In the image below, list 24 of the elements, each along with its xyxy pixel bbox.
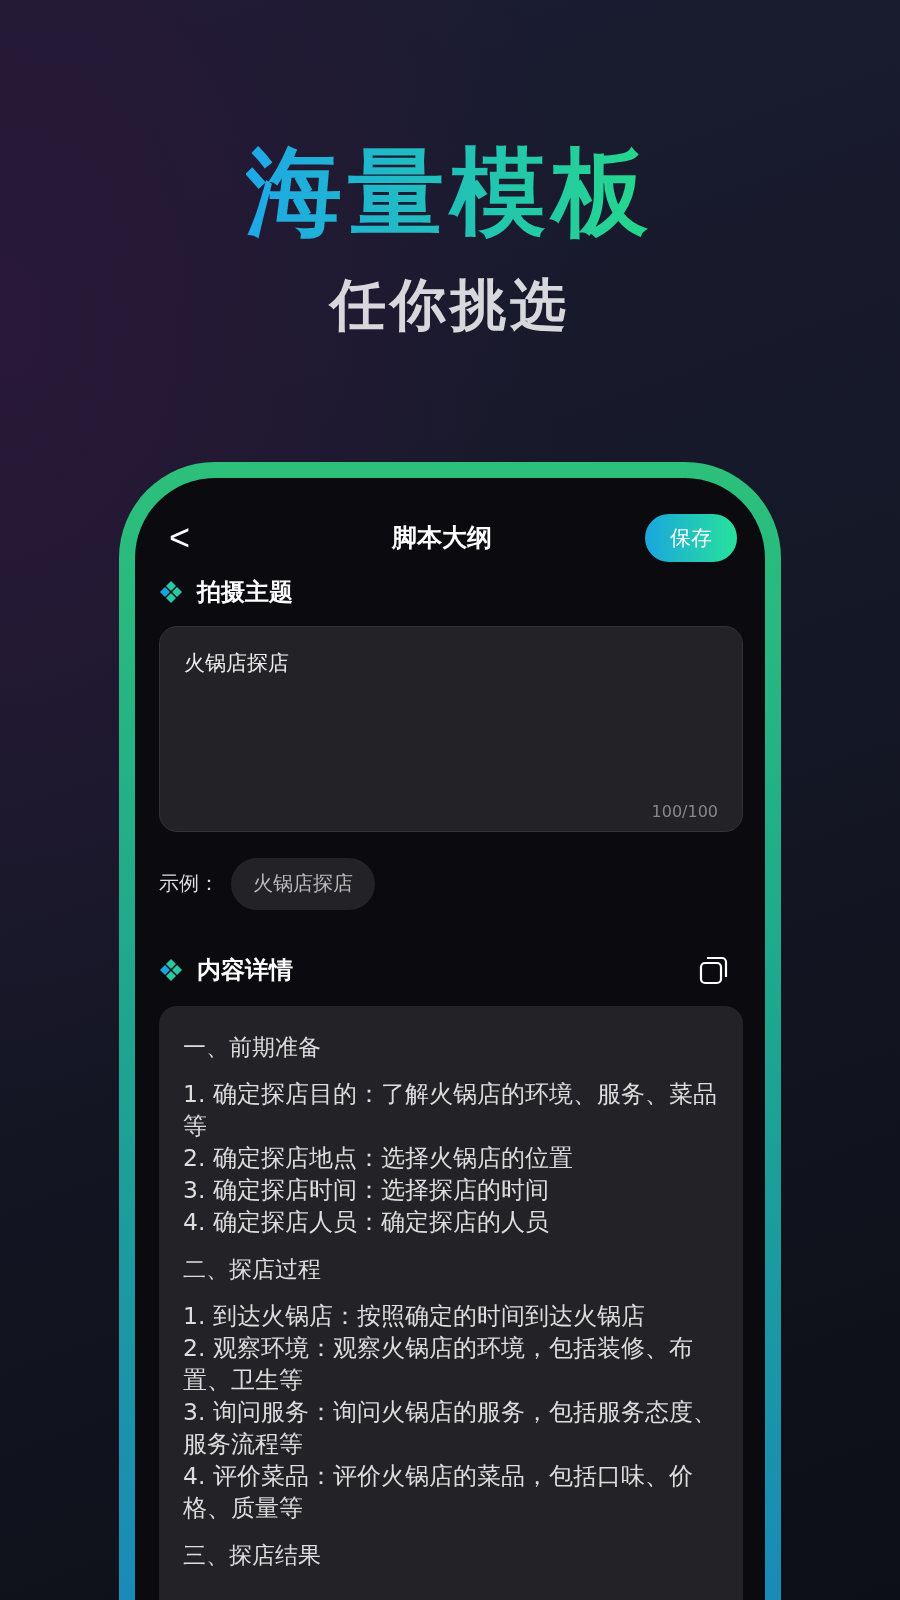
topic-field[interactable]: 火锅店探店 100/100: [159, 625, 743, 832]
section-heading: 二、探店过程: [183, 1254, 322, 1284]
diamond-cluster-icon: [159, 957, 183, 982]
outline-item: 3. 确定探店时间：选择探店的时间: [183, 1174, 550, 1206]
outline-item: 1. 到达火锅店：按照确定的时间到达火锅店: [183, 1300, 646, 1332]
example-chip[interactable]: 火锅店探店: [231, 857, 375, 910]
section-heading: 一、前期准备: [183, 1032, 322, 1062]
char-counter: 100/100: [651, 801, 718, 821]
topic-value: 火锅店探店: [184, 649, 290, 677]
outline-item: 3. 询问服务：询问火锅店的服务，包括服务态度、服务流程等: [183, 1396, 718, 1460]
outline-item: 1. 确定探店目的：了解火锅店的环境、服务、菜品等: [183, 1078, 718, 1142]
outline-item: 4. 确定探店人员：确定探店的人员: [183, 1206, 550, 1238]
section-title: 内容详情: [197, 954, 294, 986]
subheadline: 任你挑选: [330, 270, 570, 339]
page-title: 脚本大纲: [392, 522, 492, 555]
outline-item: 2. 观察环境：观察火锅店的环境，包括装修、布置、卫生等: [183, 1332, 694, 1396]
section-title: 拍摄主题: [197, 576, 294, 608]
outline-item: 2. 确定探店地点：选择火锅店的位置: [183, 1142, 574, 1174]
section-heading: 三、探店结果: [183, 1540, 322, 1570]
outline-item: 4. 评价菜品：评价火锅店的菜品，包括口味、价格、质量等: [183, 1460, 694, 1524]
copy-icon[interactable]: [699, 954, 729, 985]
example-label: 示例：: [159, 870, 219, 898]
diamond-cluster-icon: [159, 579, 183, 604]
back-button[interactable]: <: [159, 516, 239, 559]
